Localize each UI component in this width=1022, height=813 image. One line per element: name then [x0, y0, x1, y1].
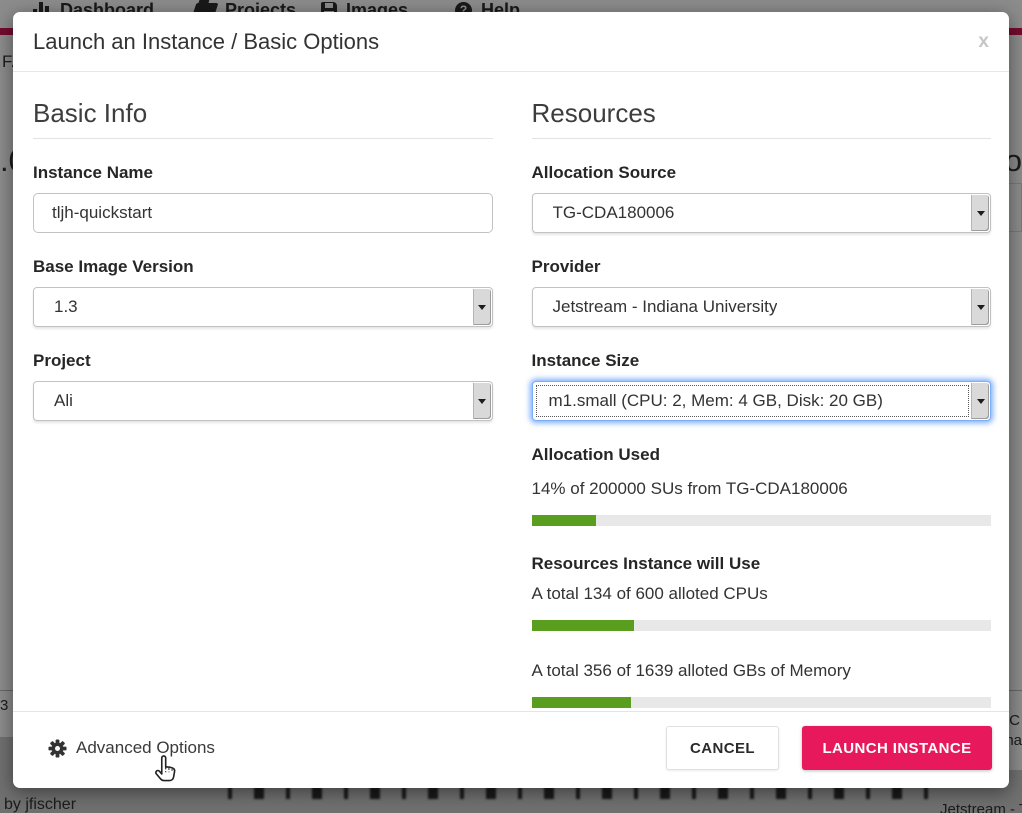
memory-usage-text: A total 356 of 1639 alloted GBs of Memor… — [532, 661, 992, 681]
screen: Dashboard Projects Images ? Help F. .0 r… — [0, 0, 1022, 813]
selected-value: m1.small (CPU: 2, Mem: 4 GB, Disk: 20 GB… — [549, 382, 883, 420]
section-heading-basic-info: Basic Info — [33, 99, 493, 139]
instance-name-input[interactable] — [33, 193, 493, 233]
chevron-down-icon — [971, 383, 989, 419]
progress-fill — [532, 697, 632, 708]
base-image-version-select[interactable]: 1.3 — [33, 287, 493, 327]
allocation-source-select[interactable]: TG-CDA180006 — [532, 193, 992, 233]
allocation-used-text: 14% of 200000 SUs from TG-CDA180006 — [532, 479, 992, 499]
allocation-used-heading: Allocation Used — [532, 445, 992, 465]
progress-fill — [532, 515, 596, 526]
chevron-down-icon — [473, 383, 491, 419]
launch-instance-button[interactable]: LAUNCH INSTANCE — [802, 726, 992, 770]
usage-heading: Resources Instance will Use — [532, 554, 992, 574]
chevron-down-icon — [971, 195, 989, 231]
selected-value: TG-CDA180006 — [553, 194, 675, 232]
selected-value: Jetstream - Indiana University — [553, 288, 778, 326]
memory-usage-progressbar — [532, 697, 992, 708]
selected-value: Ali — [54, 382, 73, 420]
modal-body: Basic Info Instance Name Base Image Vers… — [13, 73, 1009, 708]
chevron-down-icon — [473, 289, 491, 325]
instance-size-label: Instance Size — [532, 351, 992, 371]
cpu-usage-text: A total 134 of 600 alloted CPUs — [532, 584, 992, 604]
basic-info-section: Basic Info Instance Name Base Image Vers… — [33, 99, 493, 708]
advanced-options-link[interactable]: Advanced Options — [48, 738, 215, 758]
modal-header: Launch an Instance / Basic Options x — [13, 12, 1009, 72]
instance-name-label: Instance Name — [33, 163, 493, 183]
modal-title: Launch an Instance / Basic Options — [33, 29, 379, 55]
progress-fill — [532, 620, 634, 631]
launch-instance-modal: Launch an Instance / Basic Options x Bas… — [13, 12, 1009, 788]
advanced-options-label: Advanced Options — [76, 738, 215, 758]
selected-value: 1.3 — [54, 288, 78, 326]
cancel-button[interactable]: CANCEL — [666, 726, 779, 770]
provider-select[interactable]: Jetstream - Indiana University — [532, 287, 992, 327]
chevron-down-icon — [971, 289, 989, 325]
gear-icon — [48, 739, 67, 758]
instance-size-select[interactable]: m1.small (CPU: 2, Mem: 4 GB, Disk: 20 GB… — [532, 381, 992, 421]
allocation-used-progressbar — [532, 515, 992, 526]
provider-label: Provider — [532, 257, 992, 277]
modal-footer: Advanced Options CANCEL LAUNCH INSTANCE — [13, 711, 1009, 788]
close-icon[interactable]: x — [978, 32, 989, 51]
base-image-version-label: Base Image Version — [33, 257, 493, 277]
project-label: Project — [33, 351, 493, 371]
allocation-source-label: Allocation Source — [532, 163, 992, 183]
section-heading-resources: Resources — [532, 99, 992, 139]
project-select[interactable]: Ali — [33, 381, 493, 421]
cpu-usage-progressbar — [532, 620, 992, 631]
resources-section: Resources Allocation Source TG-CDA180006… — [532, 99, 992, 708]
